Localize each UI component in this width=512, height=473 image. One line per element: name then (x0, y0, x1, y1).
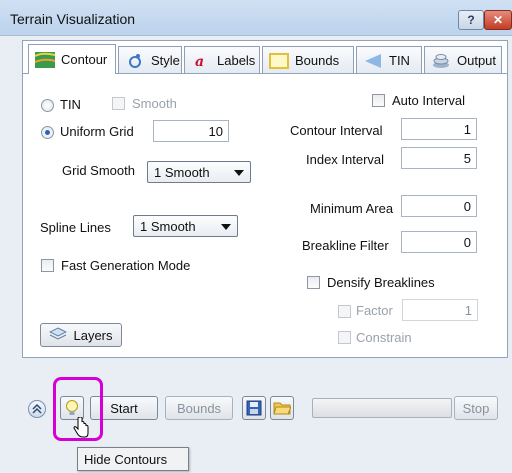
tab-contour[interactable]: Contour (28, 44, 116, 74)
open-folder-button[interactable] (270, 396, 294, 420)
fast-generation-checkbox[interactable] (41, 259, 54, 272)
stop-button[interactable]: Stop (454, 396, 498, 420)
tab-tin[interactable]: TIN (356, 46, 422, 74)
tab-labels-label: Labels (217, 53, 256, 68)
bounds-icon (269, 52, 289, 69)
tab-labels[interactable]: a Labels (184, 46, 260, 74)
uniform-grid-field[interactable]: 10 (153, 120, 229, 142)
breakline-filter-field[interactable]: 0 (401, 231, 477, 253)
spline-lines-select[interactable]: 1 Smooth (133, 215, 238, 237)
tab-bounds-label: Bounds (295, 53, 340, 68)
tin-icon (363, 53, 383, 69)
double-chevron-up-icon (32, 404, 42, 414)
style-icon (125, 53, 145, 69)
tab-bounds[interactable]: Bounds (262, 46, 354, 74)
chevron-down-icon (221, 224, 231, 230)
constrain-checkbox[interactable] (338, 331, 351, 344)
hide-contours-tooltip: Hide Contours (77, 447, 189, 471)
index-interval-field[interactable]: 5 (401, 147, 477, 169)
close-icon: ✕ (492, 13, 504, 27)
smooth-checkbox[interactable] (112, 97, 125, 110)
auto-interval-checkbox[interactable] (372, 94, 385, 107)
bounds-button[interactable]: Bounds (165, 396, 233, 420)
tab-style-label: Style (151, 53, 180, 68)
folder-icon (273, 402, 291, 415)
auto-interval-label: Auto Interval (392, 93, 465, 108)
tab-output-label: Output (457, 53, 497, 68)
layers-icon (49, 326, 68, 344)
layers-label: Layers (73, 327, 113, 343)
tab-contour-label: Contour (61, 52, 108, 67)
tab-tin-label: TIN (389, 53, 410, 68)
output-icon (431, 53, 451, 69)
labels-icon: a (191, 53, 211, 70)
grid-smooth-select[interactable]: 1 Smooth (147, 161, 251, 183)
uniform-grid-radio[interactable] (41, 126, 54, 139)
save-icon (246, 400, 262, 416)
grid-smooth-value: 1 Smooth (154, 165, 210, 180)
progress-bar (312, 398, 452, 418)
save-button[interactable] (242, 396, 266, 420)
factor-checkbox[interactable] (338, 305, 351, 318)
close-button[interactable]: ✕ (484, 10, 512, 30)
spline-lines-value: 1 Smooth (140, 219, 196, 234)
window-title: Terrain Visualization (10, 11, 136, 27)
tab-strip: Contour Style a Labels Bounds TIN Output (28, 44, 502, 74)
tin-label: TIN (60, 97, 81, 112)
minimum-area-label: Minimum Area (310, 201, 394, 216)
smooth-label: Smooth (132, 96, 177, 111)
spline-lines-label: Spline Lines (40, 220, 111, 235)
constrain-label: Constrain (356, 330, 412, 345)
contour-interval-field[interactable]: 1 (401, 118, 477, 140)
help-icon: ? (467, 13, 475, 27)
uniform-grid-label: Uniform Grid (60, 124, 134, 139)
factor-field[interactable]: 1 (402, 299, 478, 321)
grid-smooth-label: Grid Smooth (62, 163, 135, 178)
mouse-cursor-icon (73, 416, 89, 442)
densify-breaklines-label: Densify Breaklines (327, 275, 435, 290)
chevron-down-icon (234, 170, 244, 176)
svg-text:a: a (195, 54, 204, 69)
help-button[interactable]: ? (458, 10, 484, 30)
fast-generation-label: Fast Generation Mode (61, 258, 191, 273)
densify-breaklines-checkbox[interactable] (307, 276, 320, 289)
layers-button[interactable]: Layers (40, 323, 122, 347)
factor-label: Factor (356, 303, 393, 318)
minimum-area-field[interactable]: 0 (401, 195, 477, 217)
tab-output[interactable]: Output (424, 46, 502, 74)
tin-radio[interactable] (41, 99, 54, 112)
breakline-filter-label: Breakline Filter (302, 238, 389, 253)
index-interval-label: Index Interval (306, 152, 385, 167)
contour-icon (34, 51, 56, 68)
collapse-button[interactable] (28, 400, 46, 418)
contour-interval-label: Contour Interval (290, 123, 383, 138)
tab-style[interactable]: Style (118, 46, 182, 74)
